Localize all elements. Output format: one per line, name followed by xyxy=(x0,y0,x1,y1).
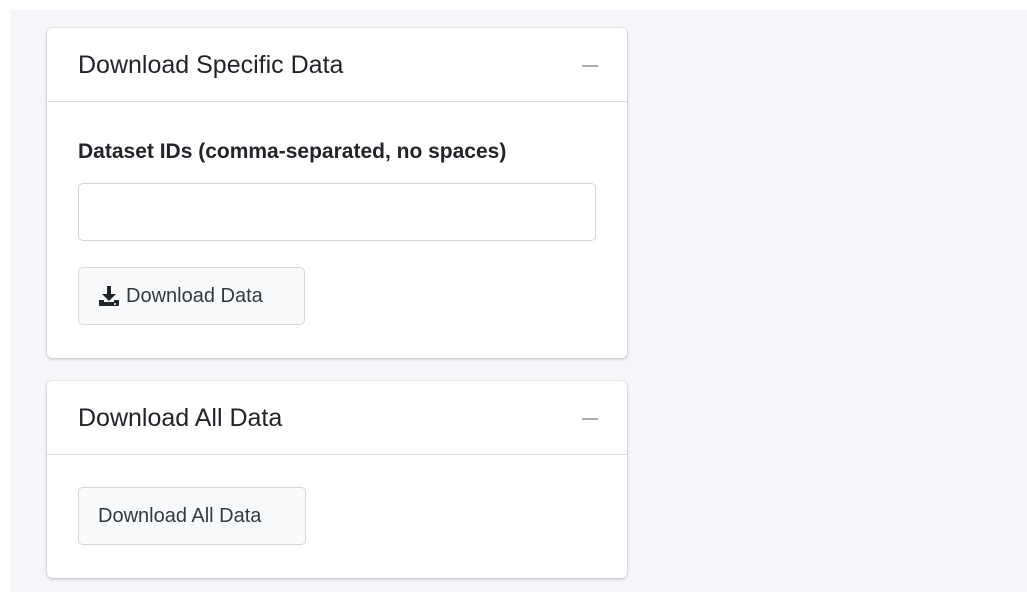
dataset-ids-input[interactable] xyxy=(78,183,596,241)
minus-icon xyxy=(582,418,598,420)
collapse-button[interactable] xyxy=(577,52,603,78)
card-header: Download Specific Data xyxy=(47,28,627,102)
download-all-card: Download All Data Download All Data xyxy=(47,381,627,578)
minus-icon xyxy=(582,65,598,67)
content-area: Download Specific Data Dataset IDs (comm… xyxy=(10,10,1027,592)
card-title: Download Specific Data xyxy=(78,51,344,79)
download-specific-card: Download Specific Data Dataset IDs (comm… xyxy=(47,28,627,358)
download-all-data-button[interactable]: Download All Data xyxy=(78,487,306,545)
card-header: Download All Data xyxy=(47,381,627,455)
download-data-button[interactable]: Download Data xyxy=(78,267,305,325)
download-data-label: Download Data xyxy=(126,284,263,307)
card-title: Download All Data xyxy=(78,404,283,432)
download-all-data-label: Download All Data xyxy=(98,504,262,527)
download-icon xyxy=(98,285,120,307)
dataset-ids-label: Dataset IDs (comma-separated, no spaces) xyxy=(78,140,507,163)
collapse-button[interactable] xyxy=(577,405,603,431)
